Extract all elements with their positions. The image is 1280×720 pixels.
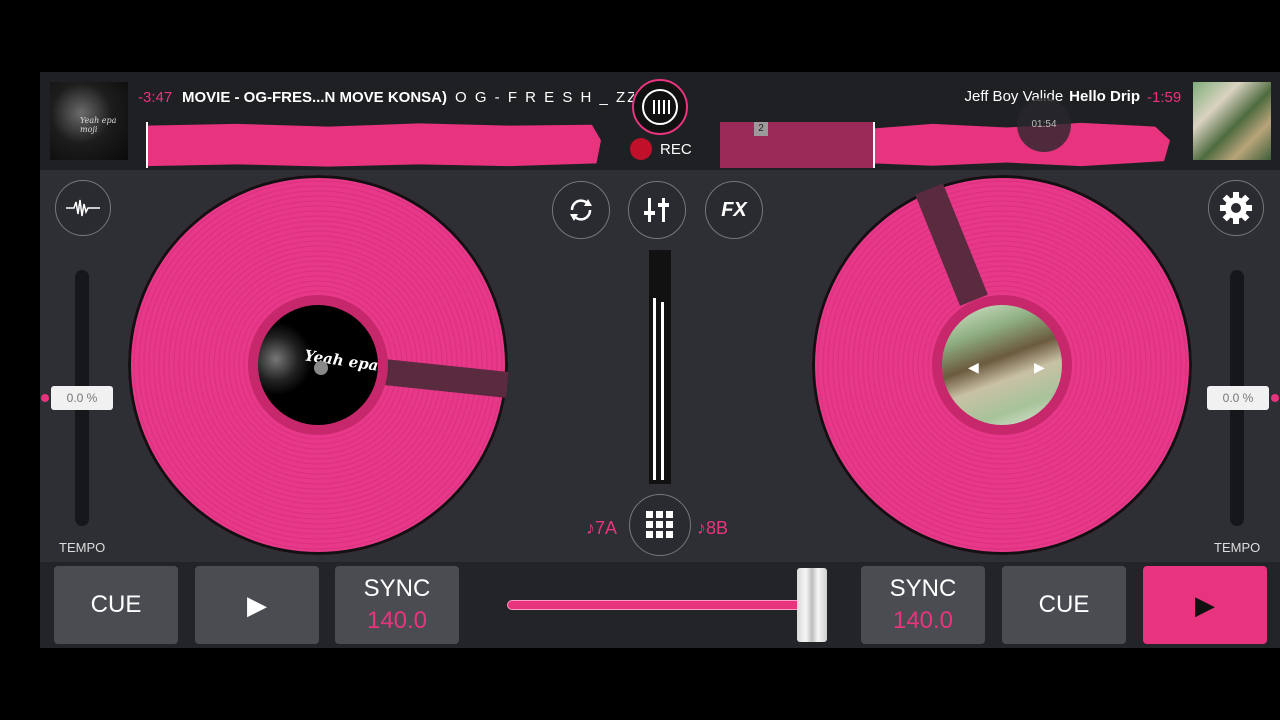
deck-a-track-info: MOVIE - OG-FRES...N MOVE KONSA) O G - F R…	[182, 88, 634, 106]
deck-b-tempo-dot	[1271, 394, 1279, 402]
fx-icon: FX	[721, 198, 747, 221]
deck-b-sync-button[interactable]: SYNC 140.0	[861, 566, 985, 644]
play-icon: ▶	[247, 589, 267, 620]
deck-b-bpm: 140.0	[892, 607, 954, 634]
dj-app: Yeah epa moji -3:47 MOVIE - OG-FRES...N …	[40, 72, 1280, 648]
deck-a-cue-button[interactable]: CUE	[54, 566, 178, 644]
deck-a-time-remaining: -3:47	[138, 89, 173, 106]
deck-a-tempo-dot	[41, 394, 49, 402]
deck-a-track-title: MOVIE - OG-FRES...N MOVE KONSA)	[182, 89, 448, 106]
deck-b-platter-marker	[915, 183, 988, 306]
play-icon: ▶	[1195, 589, 1215, 620]
deck-b-cue-button[interactable]: CUE	[1002, 566, 1126, 644]
fx-button[interactable]: FX	[705, 181, 763, 239]
deck-a-sync-label: SYNC	[363, 575, 431, 602]
deck-b-key: ♪8B	[697, 518, 729, 538]
deck-a-bpm: 140.0	[366, 607, 428, 634]
top-bar: Yeah epa moji -3:47 MOVIE - OG-FRES...N …	[40, 72, 1280, 170]
pads-button[interactable]	[629, 494, 691, 556]
nudge-left-icon[interactable]: ◀	[968, 359, 979, 376]
deck-b-waveform-played	[720, 122, 873, 168]
deck-a-playhead	[146, 122, 148, 168]
deck-b-track-title: Hello Drip	[1069, 88, 1140, 105]
crossfader-handle[interactable]	[797, 568, 827, 642]
deck-b-sync-label: SYNC	[889, 575, 957, 602]
settings-button[interactable]	[1208, 180, 1264, 236]
deck-a-play-button[interactable]: ▶	[195, 566, 319, 644]
waveform-button[interactable]	[55, 180, 111, 236]
deck-b-turntable[interactable]: ◀ ▶	[812, 175, 1192, 555]
deck-b-time-remaining: -1:59	[1147, 89, 1182, 106]
deck-b-cue-marker[interactable]: 2	[754, 122, 768, 136]
deck-a-waveform[interactable]	[146, 123, 601, 167]
mixer-button[interactable]	[628, 181, 686, 239]
deck-a-label-text: Yeah epa m	[303, 346, 378, 377]
waveform-icon	[66, 199, 100, 217]
deck-a-record-label: Yeah epa m	[248, 295, 388, 435]
rec-indicator-icon[interactable]	[630, 138, 652, 160]
deck-b-tempo-label: TEMPO	[1214, 540, 1261, 555]
loop-icon	[570, 199, 592, 221]
deck-b-cue-label: CUE	[1038, 591, 1090, 618]
deck-b-cover-art[interactable]	[1193, 82, 1271, 160]
deck-a-tempo-handle[interactable]: 0.0 %	[51, 386, 113, 410]
sync-loop-button[interactable]	[552, 181, 610, 239]
deck-a-spindle	[314, 361, 328, 375]
deck-a-track-artist: O G - F R E S H _ ZZ🎸	[455, 89, 634, 106]
deck-a-cover-art[interactable]: Yeah epa moji	[50, 82, 128, 160]
deck-b-tempo-handle[interactable]: 0.0 %	[1207, 386, 1269, 410]
deck-a-label-art: Yeah epa m	[258, 305, 378, 425]
nudge-right-icon[interactable]: ▶	[1034, 359, 1045, 376]
mixer-sliders-icon	[644, 198, 669, 222]
deck-b-label-art: ◀ ▶	[942, 305, 1062, 425]
crossfader-track[interactable]	[507, 600, 825, 610]
pads-grid-icon	[646, 511, 673, 538]
deck-a-cue-label: CUE	[90, 591, 142, 618]
deck-b-track-info: Jeff Boy Valide Hello Drip	[740, 88, 1140, 105]
record-icon	[642, 89, 678, 125]
deck-a-tempo-label: TEMPO	[59, 540, 106, 555]
deck-b-play-button[interactable]: ▶	[1143, 566, 1267, 644]
settings-gear-icon	[1220, 192, 1252, 224]
deck-a-platter-marker	[382, 359, 509, 398]
deck-a-key: ♪7A	[586, 518, 618, 538]
deck-b-record-label: ◀ ▶	[932, 295, 1072, 435]
deck-b-position-time: 01:54	[1017, 98, 1071, 152]
recorder-button[interactable]	[632, 79, 688, 135]
deck-b-playhead	[873, 122, 875, 168]
deck-a-turntable[interactable]: Yeah epa m	[128, 175, 509, 555]
deck-a-sync-button[interactable]: SYNC 140.0	[335, 566, 459, 644]
rec-label[interactable]: REC	[660, 141, 692, 158]
volume-meter	[649, 250, 671, 484]
deck-a-cover-text: Yeah epa moji	[80, 116, 117, 134]
deck-b-waveform[interactable]: 2	[720, 122, 1170, 168]
